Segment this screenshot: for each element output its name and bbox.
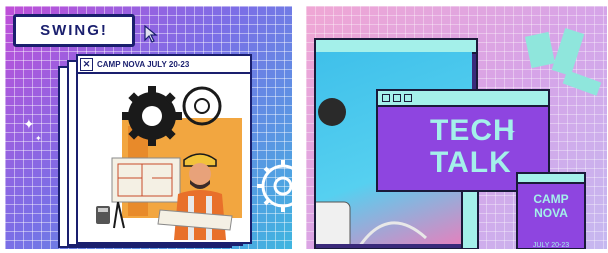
sparkle-icon: ✦ — [23, 116, 35, 132]
window-titlebar: ✕ CAMP NOVA JULY 20-23 — [78, 56, 250, 74]
cursor-icon — [144, 24, 158, 43]
engineer-illustration — [96, 86, 242, 240]
window-title: CAMP NOVA JULY 20-23 — [97, 59, 190, 69]
maximize-icon[interactable] — [404, 94, 412, 102]
gear-icon — [257, 160, 292, 212]
close-icon[interactable] — [382, 94, 390, 102]
window-titlebar — [378, 91, 548, 107]
sparkle-icon: ✦ — [506, 125, 517, 139]
sparkle-icon: ✦ — [35, 134, 42, 143]
badge-date: JULY 20-23 — [532, 242, 570, 249]
tech-talk-title: TECH TALK — [430, 114, 516, 179]
swing-card[interactable]: ✦ ✦ SWING! ✕ CAMP NOVA JULY 20-23 — [5, 6, 292, 249]
badge-title: CAMP NOVA — [533, 192, 569, 220]
camp-nova-window: ✕ CAMP NOVA JULY 20-23 — [76, 54, 252, 244]
minimize-icon[interactable] — [393, 94, 401, 102]
camp-nova-badge: CAMP NOVA JULY 20-23 — [516, 172, 586, 249]
tech-talk-card[interactable]: TECH TALK ✦ CAMP NOVA JULY 20-23 — [306, 6, 607, 249]
swing-button[interactable]: SWING! — [13, 14, 135, 47]
close-icon[interactable]: ✕ — [80, 57, 93, 71]
window-titlebar — [518, 174, 584, 184]
